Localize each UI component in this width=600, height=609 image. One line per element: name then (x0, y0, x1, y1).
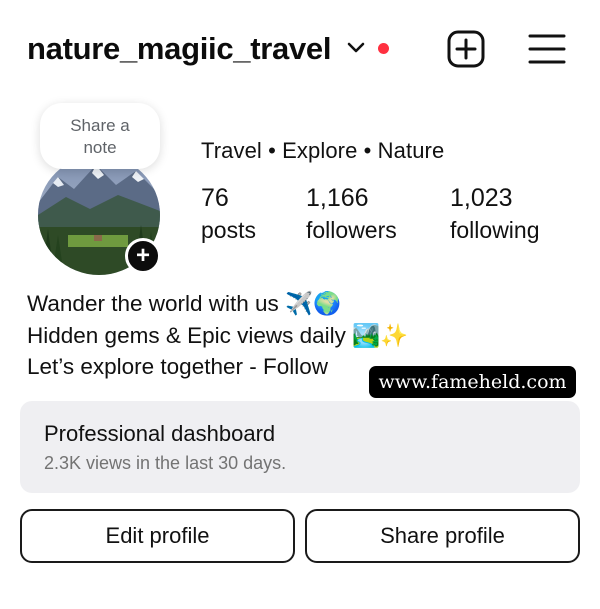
plus-square-icon (447, 30, 485, 68)
professional-dashboard-card[interactable]: Professional dashboard 2.3K views in the… (20, 401, 580, 493)
following-stat[interactable]: 1,023 following (450, 183, 540, 247)
followers-label: followers (306, 217, 397, 243)
username[interactable]: nature_magiic_travel (27, 31, 331, 67)
menu-button[interactable] (527, 29, 567, 69)
share-profile-button[interactable]: Share profile (305, 509, 580, 563)
posts-count: 76 (201, 184, 229, 212)
bio-line: Hidden gems & Epic views daily 🏞️✨ (27, 322, 409, 348)
bio-line: Wander the world with us ✈️🌍 (27, 291, 342, 316)
profile-bio: Wander the world with us ✈️🌍 Hidden gems… (27, 288, 408, 383)
posts-label: posts (201, 217, 256, 243)
edit-profile-button[interactable]: Edit profile (20, 509, 295, 563)
add-story-button[interactable]: + (125, 238, 161, 274)
following-label: following (450, 217, 540, 243)
following-count: 1,023 (450, 184, 513, 212)
share-note-bubble[interactable]: Share a note (40, 103, 160, 169)
hamburger-menu-icon (528, 34, 566, 64)
notification-dot (378, 43, 389, 54)
watermark-label: www.fameheld.com (369, 366, 576, 398)
note-text-line1: Share a (70, 116, 130, 135)
plus-icon: + (135, 242, 150, 269)
posts-stat: 76 posts (201, 183, 256, 247)
dashboard-subtitle: 2.3K views in the last 30 days. (44, 453, 287, 473)
note-text-line2: note (83, 138, 117, 157)
followers-count: 1,166 (306, 184, 369, 212)
followers-stat[interactable]: 1,166 followers (306, 183, 397, 247)
profile-category: Travel • Explore • Nature (201, 138, 445, 163)
profile-header: nature_magiic_travel (0, 0, 600, 100)
chevron-down-icon[interactable] (346, 40, 366, 56)
create-button[interactable] (446, 29, 486, 69)
profile-avatar[interactable]: + (38, 155, 162, 275)
dashboard-title: Professional dashboard (44, 421, 276, 446)
bio-line: Let’s explore together - Follow (27, 354, 328, 379)
